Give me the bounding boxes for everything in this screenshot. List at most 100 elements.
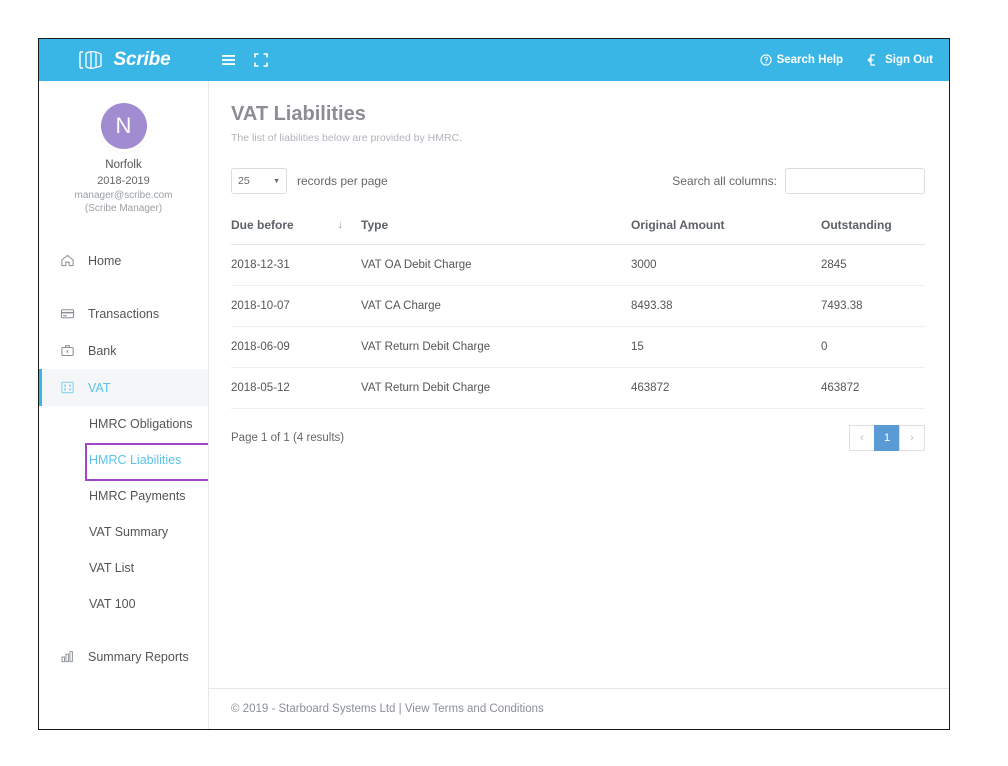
hamburger-menu-icon[interactable] <box>221 54 236 67</box>
pagination-controls: ‹ 1 › <box>849 425 925 451</box>
profile-email: manager@scribe.com <box>74 190 173 201</box>
pagination-next-button[interactable]: › <box>899 425 925 451</box>
profile-name: Norfolk <box>105 159 142 171</box>
column-header-outstanding[interactable]: Outstanding <box>821 208 925 245</box>
cell-outstanding: 2845 <box>821 244 925 286</box>
sidebar-item-transactions[interactable]: Transactions <box>39 295 208 332</box>
sidebar-item-summary-reports[interactable]: Summary Reports <box>39 638 208 675</box>
sort-down-arrow-icon: ↓ <box>337 219 344 231</box>
column-header-original-amount[interactable]: Original Amount <box>631 208 821 245</box>
page-title: VAT Liabilities <box>231 103 366 125</box>
sidebar-subitem-label: HMRC Payments <box>89 489 186 503</box>
column-header-label: Type <box>361 218 389 232</box>
column-header-due-before[interactable]: Due before ↓ <box>231 208 361 245</box>
sidebar-subitem-hmrc-obligations[interactable]: HMRC Obligations <box>39 406 208 442</box>
search-help-label: Search Help <box>776 54 844 66</box>
table-body: 2018-12-31 VAT OA Debit Charge 3000 2845… <box>231 244 925 409</box>
cell-original-amount: 15 <box>631 326 821 368</box>
sidebar-subitem-label: HMRC Obligations <box>89 417 193 431</box>
profile-period: 2018-2019 <box>97 175 150 187</box>
table-controls: 25 ▼ records per page Search all columns… <box>231 168 925 194</box>
cell-outstanding: 463872 <box>821 367 925 409</box>
cell-original-amount: 463872 <box>631 367 821 409</box>
cell-due-before: 2018-05-12 <box>231 367 361 409</box>
sidebar-subitem-vat-100[interactable]: VAT 100 <box>39 586 208 622</box>
column-header-type[interactable]: Type <box>361 208 631 245</box>
sidebar-item-label: Home <box>88 253 122 268</box>
sidebar-item-vat[interactable]: VAT <box>39 369 208 406</box>
card-icon <box>60 309 75 319</box>
main-content: VAT Liabilities The list of liabilities … <box>209 81 949 729</box>
search-help-button[interactable]: Search Help <box>759 54 844 66</box>
table-row[interactable]: 2018-05-12 VAT Return Debit Charge 46387… <box>231 367 925 409</box>
chevron-down-icon: ▼ <box>273 177 280 185</box>
search-input[interactable] <box>785 168 925 194</box>
search-all-columns-label: Search all columns: <box>672 174 777 188</box>
cell-due-before: 2018-06-09 <box>231 326 361 368</box>
bar-chart-icon <box>61 651 73 663</box>
records-per-page-value: 25 <box>238 175 250 187</box>
book-logo-icon <box>78 50 102 70</box>
sidebar-nav: Home Transactions Bank VAT HMRC Obligati… <box>39 242 208 675</box>
table-header-row: Due before ↓ Type Original Amount Outsta… <box>231 208 925 245</box>
cell-original-amount: 3000 <box>631 244 821 286</box>
table-header: Due before ↓ Type Original Amount Outsta… <box>231 208 925 245</box>
briefcase-icon <box>61 345 74 356</box>
cell-type: VAT Return Debit Charge <box>361 326 631 368</box>
sidebar-item-label: VAT <box>88 380 111 395</box>
sign-out-button[interactable]: Sign Out <box>867 54 933 66</box>
profile-role: (Scribe Manager) <box>84 203 163 214</box>
cell-outstanding: 0 <box>821 326 925 368</box>
chevron-left-icon: ‹ <box>860 432 864 444</box>
column-header-label: Due before <box>231 218 294 232</box>
pagination-page-1[interactable]: 1 <box>874 425 900 451</box>
table-row[interactable]: 2018-12-31 VAT OA Debit Charge 3000 2845 <box>231 244 925 286</box>
fullscreen-expand-icon[interactable] <box>254 53 268 67</box>
cell-type: VAT OA Debit Charge <box>361 244 631 286</box>
top-header-bar: Scribe Search Help Sign Out <box>39 39 949 81</box>
avatar: N <box>100 103 147 149</box>
liabilities-table: Due before ↓ Type Original Amount Outsta… <box>231 208 925 409</box>
sidebar-subitem-hmrc-liabilities[interactable]: HMRC Liabilities <box>39 442 208 481</box>
sidebar-subitem-vat-summary[interactable]: VAT Summary <box>39 514 208 550</box>
table-row[interactable]: 2018-06-09 VAT Return Debit Charge 15 0 <box>231 326 925 368</box>
application-window: Scribe Search Help Sign Out N Norfolk 20… <box>38 38 950 730</box>
sidebar-item-label: Transactions <box>88 306 160 321</box>
brand-name: Scribe <box>113 49 171 70</box>
pagination-prev-button[interactable]: ‹ <box>849 425 875 451</box>
sign-out-label: Sign Out <box>885 54 933 66</box>
sidebar-item-home[interactable]: Home <box>39 242 208 279</box>
sidebar-item-label: Summary Reports <box>88 649 189 664</box>
records-per-page-select[interactable]: 25 ▼ <box>231 168 287 194</box>
sign-out-icon <box>867 54 876 66</box>
sidebar-subitem-vat-list[interactable]: VAT List <box>39 550 208 586</box>
content-area: VAT Liabilities The list of liabilities … <box>209 81 949 688</box>
footer-copyright: © 2019 - Starboard Systems Ltd | <box>231 703 405 715</box>
cell-original-amount: 8493.38 <box>631 285 821 327</box>
user-profile: N Norfolk 2018-2019 manager@scribe.com (… <box>39 81 208 228</box>
cell-type: VAT CA Charge <box>361 285 631 327</box>
brand-logo-area[interactable]: Scribe <box>39 39 209 81</box>
sidebar-subitem-hmrc-payments[interactable]: HMRC Payments <box>39 478 208 514</box>
column-header-label: Outstanding <box>821 218 892 232</box>
sidebar-item-bank[interactable]: Bank <box>39 332 208 369</box>
sidebar: N Norfolk 2018-2019 manager@scribe.com (… <box>39 81 209 729</box>
sidebar-subitem-label: VAT List <box>89 561 135 575</box>
footer: © 2019 - Starboard Systems Ltd | View Te… <box>209 688 949 729</box>
pagination-row: Page 1 of 1 (4 results) ‹ 1 › <box>231 409 925 451</box>
sidebar-subitem-label: VAT 100 <box>89 597 136 611</box>
footer-terms-link[interactable]: View Terms and Conditions <box>405 703 544 715</box>
sidebar-subitem-label: VAT Summary <box>89 525 169 539</box>
cell-due-before: 2018-12-31 <box>231 244 361 286</box>
calculator-grid-icon <box>61 381 74 394</box>
pagination-info: Page 1 of 1 (4 results) <box>231 432 345 444</box>
table-row[interactable]: 2018-10-07 VAT CA Charge 8493.38 7493.38 <box>231 285 925 327</box>
sidebar-item-label: Bank <box>88 343 117 358</box>
chevron-right-icon: › <box>910 432 914 444</box>
home-icon <box>61 254 74 267</box>
page-subtitle: The list of liabilities below are provid… <box>231 132 463 144</box>
question-circle-icon <box>759 54 772 66</box>
cell-due-before: 2018-10-07 <box>231 285 361 327</box>
